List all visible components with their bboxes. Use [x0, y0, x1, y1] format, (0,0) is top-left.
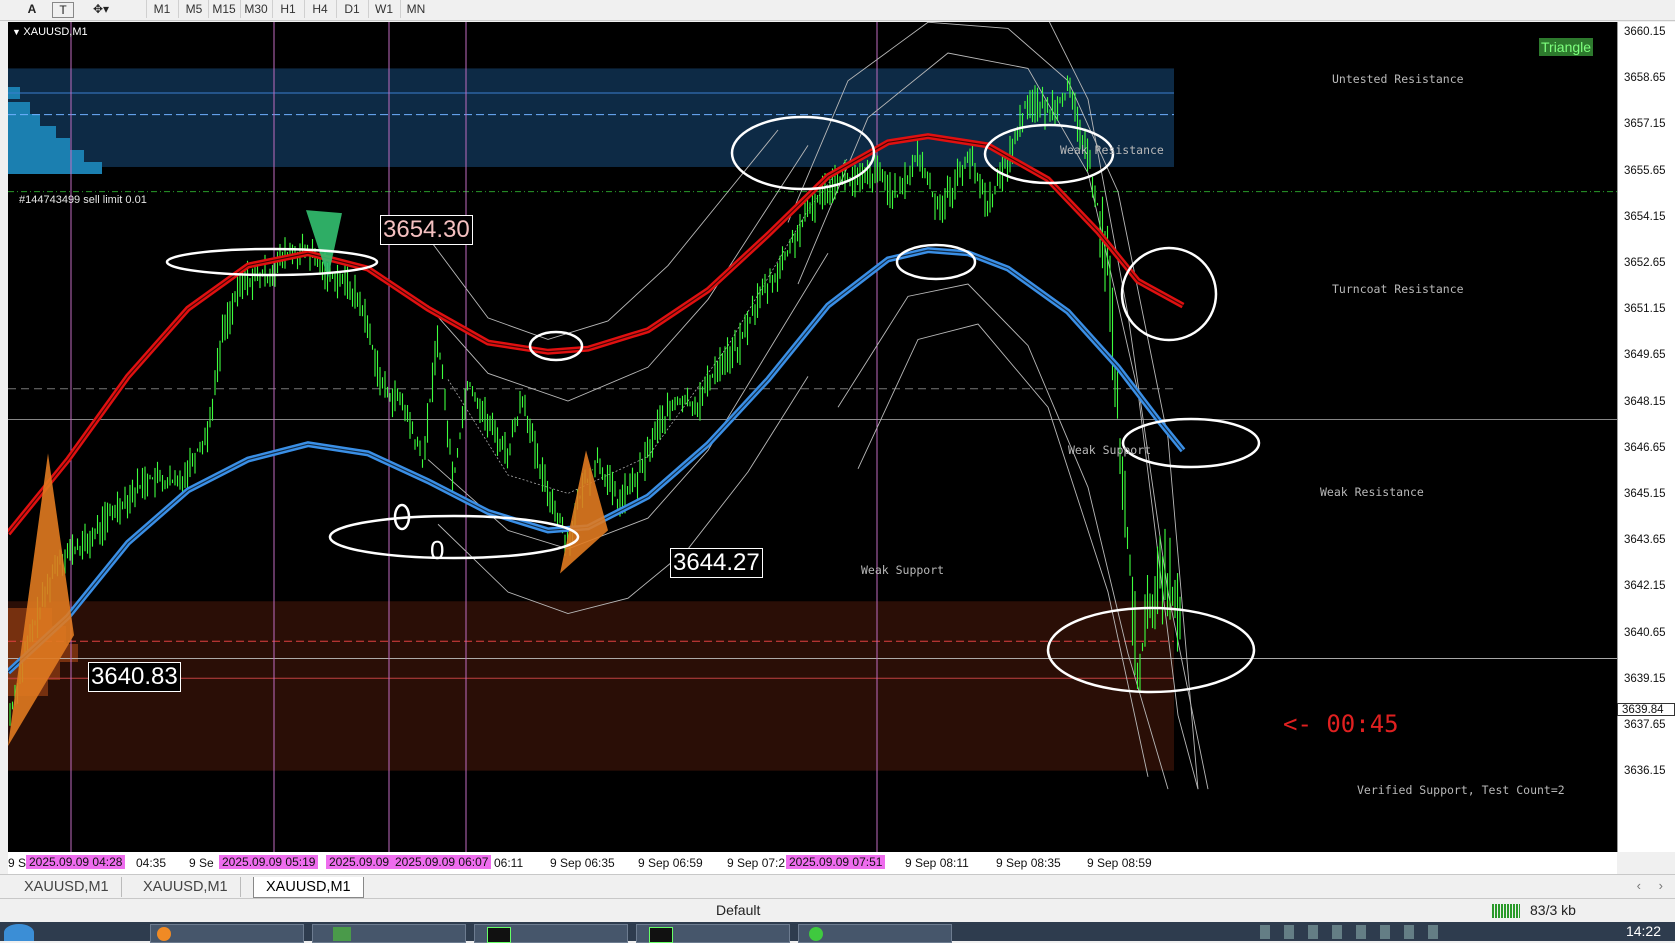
scroll-left-icon[interactable]: ‹: [1637, 878, 1641, 893]
timeframe-button-m1[interactable]: M1: [146, 0, 177, 18]
time-tick: 2025.09.09 05:19: [219, 855, 319, 869]
taskbar-clock: 14:22: [1625, 923, 1661, 939]
volume-profile-bar: [8, 102, 30, 114]
zone-label-weak-resistance-top: Weak Resistance: [1060, 143, 1164, 157]
time-tick: 9 Sep 06:59: [638, 856, 703, 870]
taskbar-app-terminal-2[interactable]: [636, 924, 790, 943]
scroll-right-icon[interactable]: ›: [1659, 878, 1663, 893]
price-tick: 3643.65: [1624, 534, 1666, 547]
price-tick: 3660.15: [1624, 26, 1666, 38]
timeframe-button-h1[interactable]: H1: [272, 0, 303, 18]
current-price-tag: 3639.84: [1617, 703, 1675, 716]
timeframe-button-w1[interactable]: W1: [368, 0, 399, 18]
timeframe-button-d1[interactable]: D1: [336, 0, 367, 18]
connection-bars-icon: [1492, 904, 1520, 918]
time-tick: 9 Sep 06:35: [550, 856, 615, 870]
zone-label-weak-support-mid: Weak Support: [1068, 443, 1152, 457]
zone-label-untested-resistance: Untested Resistance: [1332, 72, 1464, 86]
tab-chart-1[interactable]: XAUUSD,M1: [12, 877, 122, 897]
time-tick: 2025.09.09 06:07: [392, 855, 492, 869]
price-tick: 3654.15: [1624, 210, 1666, 223]
status-profile: Default: [716, 902, 761, 918]
digit-mark: 0: [430, 535, 445, 565]
zone-support: [8, 601, 1174, 771]
taskbar-app-terminal-1[interactable]: [474, 924, 628, 943]
price-tick: 3642.15: [1624, 580, 1666, 593]
chart-symbol-title: ▼ XAUUSD,M1: [12, 26, 88, 38]
annotation-ellipse: [1120, 246, 1218, 342]
time-tick: 2025.09.09 07:51: [786, 855, 886, 869]
price-label-3654: 3654.30: [380, 215, 473, 245]
price-tick: 3651.15: [1624, 303, 1666, 316]
time-tick: 9 S: [8, 856, 27, 870]
time-tick: 9 Se: [189, 856, 214, 870]
text-label-tool-icon[interactable]: T: [52, 2, 74, 18]
pattern-badge: Triangle: [1539, 38, 1594, 56]
annotation-ellipse: [328, 514, 580, 560]
price-tick: 3639.15: [1624, 672, 1666, 685]
timeframe-button-mn[interactable]: MN: [400, 0, 431, 18]
volume-profile-bar: [8, 126, 56, 138]
pattern-triangle-mid: [560, 450, 608, 574]
time-tick: 9 Sep 08:59: [1087, 856, 1152, 870]
taskbar-app-file[interactable]: [312, 924, 466, 943]
price-tick: 3649.65: [1624, 349, 1666, 362]
price-tick: 3648.15: [1624, 395, 1666, 408]
price-tick: 3636.15: [1624, 765, 1666, 778]
tab-chart-2[interactable]: XAUUSD,M1: [131, 877, 241, 897]
time-tick: 9 Sep 08:35: [996, 856, 1061, 870]
price-label-3644: 3644.27: [670, 548, 763, 578]
status-bar: Default 83/3 kb: [0, 898, 1675, 923]
volume-profile-bar: [8, 150, 84, 162]
price-tick: 3657.15: [1624, 118, 1666, 131]
taskbar-app-chat[interactable]: [798, 924, 952, 943]
time-tick: 2025.09.09 04:28: [26, 855, 126, 869]
price-label-3640: 3640.83: [88, 662, 181, 692]
taskbar-app-browser[interactable]: [150, 924, 304, 943]
start-icon[interactable]: [4, 924, 34, 941]
timeframe-button-h4[interactable]: H4: [304, 0, 335, 18]
tab-chart-3[interactable]: XAUUSD,M1: [253, 877, 364, 898]
timeframe-button-m5[interactable]: M5: [178, 0, 209, 18]
channel-arc: [427, 145, 809, 402]
arrow-tool-icon[interactable]: ✥▾: [86, 1, 116, 18]
price-tick: 3646.65: [1624, 441, 1666, 454]
status-traffic: 83/3 kb: [1530, 902, 1576, 918]
bar-timer: <- 00:45: [1283, 710, 1399, 738]
volume-profile-bar: [8, 162, 102, 174]
volume-profile-bar: [8, 138, 70, 150]
time-tick: 9 Sep 07:2: [727, 856, 786, 870]
zone-label-verified-support: Verified Support, Test Count=2: [1357, 783, 1565, 797]
timeframe-button-m30[interactable]: M30: [240, 0, 271, 18]
time-tick: 9 Sep 08:11: [905, 856, 969, 870]
pattern-triangle-top: [306, 210, 342, 278]
text-tool-icon[interactable]: A: [22, 1, 42, 18]
zone-label-weak-resistance-right: Weak Resistance: [1320, 485, 1424, 499]
taskbar: 14:22: [0, 922, 1675, 943]
price-tick: 3655.65: [1624, 164, 1666, 177]
price-axis[interactable]: 3660.15 3658.65 3657.15 3655.65 3654.15 3652.…: [1617, 22, 1675, 852]
toolbar: A T ✥▾ M1 M5 M15 M30 H1 H4 D1 W1 MN: [0, 0, 1675, 21]
chart-tabs: XAUUSD,M1 XAUUSD,M1 XAUUSD,M1 ‹ ›: [0, 874, 1675, 899]
time-tick: 06:11: [494, 856, 524, 870]
volume-profile-bar: [8, 114, 40, 126]
zone-label-weak-support-low: Weak Support: [861, 563, 945, 577]
time-tick: 04:35: [136, 856, 167, 870]
annotation-ellipse: [528, 330, 584, 362]
timeframe-button-m15[interactable]: M15: [208, 0, 239, 18]
price-tick: 3637.65: [1624, 719, 1666, 731]
price-tick: 3658.65: [1624, 72, 1666, 85]
time-axis[interactable]: 9 S 2025.09.09 04:28 04:35 9 Se 2025.09.09 0…: [8, 852, 1617, 874]
price-tick: 3652.65: [1624, 257, 1666, 269]
tray-icons[interactable]: [1260, 925, 1450, 939]
price-tick: 3645.15: [1624, 488, 1666, 500]
order-label[interactable]: #144743499 sell limit 0.01: [19, 194, 147, 206]
time-tick: 2025.09.09 (: [326, 855, 400, 869]
zone-label-turncoat-resistance: Turncoat Resistance: [1332, 282, 1464, 296]
price-tick: 3640.65: [1624, 626, 1666, 639]
